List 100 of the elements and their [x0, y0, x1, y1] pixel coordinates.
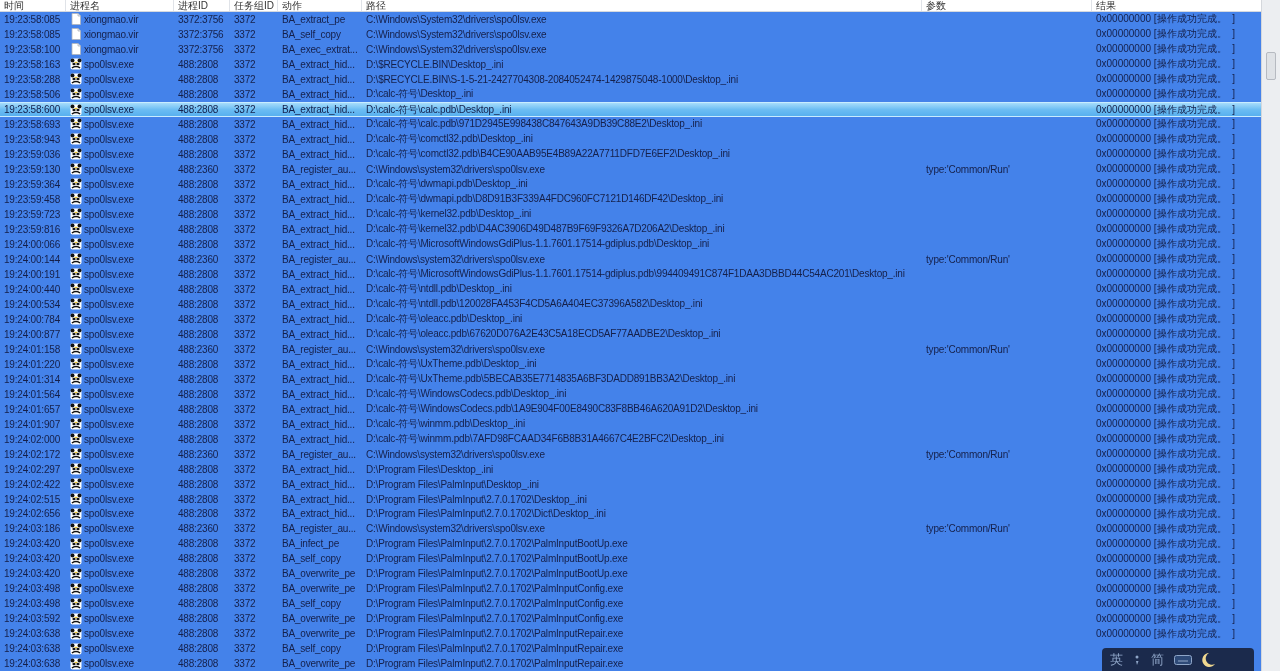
column-header[interactable]: 路径: [362, 0, 922, 11]
table-cell-text: BA_extract_hid...: [281, 208, 356, 220]
table-cell: spo0lsv.exe: [84, 208, 134, 220]
table-cell-text: 3372: [233, 133, 257, 145]
table-cell-text: 488:2808: [177, 568, 220, 580]
table-cell-text: D:\Program Files\PalmInput\2.7.0.1702\PalmInputConfig.exe: [365, 598, 625, 610]
table-cell-text: 0x00000000 [操作成功完成。 ]: [1095, 327, 1236, 342]
column-header[interactable]: 进程名: [66, 0, 174, 11]
panda-icon: [70, 148, 82, 161]
table-cell-text: 3372: [233, 88, 257, 100]
table-cell-text: 0x00000000 [操作成功完成。 ]: [1095, 357, 1236, 372]
table-cell-text: C:\Windows\System32\drivers\spo0lsv.exe: [365, 14, 548, 25]
table-cell-text: 488:2808: [177, 463, 220, 475]
panda-icon: [70, 313, 82, 326]
table-cell-text: 3372: [233, 253, 257, 265]
table-cell-text: 3372: [233, 43, 257, 55]
panda-icon: [70, 73, 82, 86]
table-cell-text: 0x00000000 [操作成功完成。 ]: [1095, 402, 1236, 417]
table-cell-text: 3372: [233, 568, 257, 580]
table-cell-text: 488:2808: [177, 628, 220, 640]
panda-icon: [70, 552, 82, 565]
table-cell-text: 0x00000000 [操作成功完成。 ]: [1095, 596, 1236, 611]
table-cell-text: type:'Common/Run': [925, 448, 1011, 460]
table-cell-text: D:\Program Files\PalmInput\2.7.0.1702\PalmInputBootUp.exe: [365, 568, 629, 580]
table-cell-text: 19:23:59:458: [3, 193, 61, 205]
scrollbar[interactable]: [1261, 0, 1280, 671]
table-cell: spo0lsv.exe: [84, 538, 134, 550]
table-cell-text: BA_self_copy: [281, 28, 342, 40]
column-header[interactable]: 进程ID: [174, 0, 230, 11]
table-cell-text: BA_extract_hid...: [281, 268, 356, 280]
table-cell-text: BA_extract_hid...: [281, 73, 356, 85]
table-cell-text: 0x00000000 [操作成功完成。 ]: [1095, 237, 1236, 252]
table-cell-text: 19:23:58:506: [3, 88, 61, 100]
table-cell-text: BA_extract_hid...: [281, 508, 356, 520]
table-cell-text: 3372: [233, 343, 257, 355]
punctuation-icon[interactable]: [1133, 653, 1141, 666]
table-cell: spo0lsv.exe: [84, 448, 134, 460]
panda-icon: [70, 388, 82, 401]
table-cell-text: 19:23:58:085: [3, 28, 61, 40]
table-cell: xiongmao.vir: [84, 14, 139, 25]
panda-icon: [70, 223, 82, 236]
table-cell-text: 488:2808: [177, 478, 220, 490]
scroll-thumb[interactable]: [1266, 52, 1276, 80]
keyboard-icon[interactable]: [1174, 654, 1192, 665]
table-cell-text: D:\calc-符号\kernel32.pdb\D4AC3906D49D487B9F69F9326A7D206A2\Desktop_.ini: [365, 222, 726, 237]
table-cell-text: BA_register_au...: [281, 253, 357, 265]
table-cell-text: 488:2808: [177, 118, 220, 130]
table-cell-text: 3372: [233, 628, 257, 640]
table-cell-text: 3372: [233, 658, 257, 670]
table-cell-text: 19:24:00:440: [3, 283, 61, 295]
table-cell: spo0lsv.exe: [84, 58, 134, 70]
table-cell-text: type:'Common/Run': [925, 343, 1011, 355]
table-cell-text: BA_extract_hid...: [281, 463, 356, 475]
table-cell-text: BA_extract_hid...: [281, 298, 356, 310]
table-cell-text: BA_extract_hid...: [281, 418, 356, 430]
table-cell-text: 19:24:02:000: [3, 433, 61, 445]
table-cell-text: 3372: [233, 508, 257, 520]
table-cell-text: 488:2808: [177, 88, 220, 100]
table-cell: spo0lsv.exe: [84, 328, 134, 340]
table-cell-text: BA_overwrite_pe: [281, 658, 357, 670]
table-cell: spo0lsv.exe: [84, 148, 134, 160]
column-header[interactable]: 任务组ID: [230, 0, 278, 11]
table-cell-text: D:\Program Files\PalmInput\2.7.0.1702\PalmInputBootUp.exe: [365, 553, 629, 565]
panda-icon: [70, 58, 82, 71]
table-cell-text: BA_extract_hid...: [281, 313, 356, 325]
table-cell: spo0lsv.exe: [84, 193, 134, 205]
column-header[interactable]: 时间: [0, 0, 66, 11]
column-header[interactable]: 动作: [278, 0, 362, 11]
panda-icon: [70, 283, 82, 296]
table-cell-text: 488:2808: [177, 313, 220, 325]
table-cell-text: 19:24:01:220: [3, 358, 61, 370]
column-header[interactable]: 参数: [922, 0, 1092, 11]
table-cell-text: 488:2808: [177, 538, 220, 550]
table-cell-text: BA_extract_hid...: [281, 403, 356, 415]
table-cell-text: 488:2360: [177, 163, 220, 175]
table-cell-text: 0x00000000 [操作成功完成。 ]: [1095, 72, 1236, 87]
table-cell-text: 0x00000000 [操作成功完成。 ]: [1095, 477, 1236, 491]
table-cell-text: 488:2808: [177, 358, 220, 370]
table-cell-text: 19:24:00:191: [3, 268, 61, 280]
table-cell-text: BA_self_copy: [281, 643, 342, 655]
table-cell-text: 3372: [233, 193, 257, 205]
panda-icon: [70, 493, 82, 505]
table-cell-text: D:\calc-符号\MicrosoftWindowsGdiPlus-1.1.7601.17514-gdiplus.pdb\Desktop_.ini: [365, 237, 711, 252]
table-cell-text: BA_extract_hid...: [281, 193, 356, 205]
table-cell-text: BA_overwrite_pe: [281, 583, 357, 595]
table-cell-text: 19:23:58:693: [3, 118, 61, 130]
table-cell-text: 3372: [233, 388, 257, 400]
table-cell: xiongmao.vir: [84, 28, 139, 40]
panda-icon: [70, 268, 82, 281]
table-cell-text: BA_extract_pe: [281, 14, 346, 25]
table-cell-text: D:\calc-符号\ntdll.pdb\120028FA453F4CD5A6A404EC37396A582\Desktop_.ini: [365, 297, 704, 312]
table-cell-text: 3372:3756: [177, 43, 225, 55]
table-cell-text: D:\calc-符号\WindowsCodecs.pdb\1A9E904F00E8490C83F8BB46A620A91D2\Desktop_.ini: [365, 402, 759, 417]
table-cell-text: D:\$RECYCLE.BIN\S-1-5-21-2427704308-2084052474-1429875048-1000\Desktop_.ini: [365, 73, 739, 85]
table-cell-text: 488:2808: [177, 328, 220, 340]
table-cell-text: 0x00000000 [操作成功完成。 ]: [1095, 462, 1236, 477]
table-cell-text: 19:24:03:420: [3, 538, 61, 550]
table-cell-text: BA_extract_hid...: [281, 88, 356, 100]
table-cell-text: 488:2808: [177, 433, 220, 445]
table-cell-text: D:\calc-符号\kernel32.pdb\Desktop_.ini: [365, 207, 533, 222]
